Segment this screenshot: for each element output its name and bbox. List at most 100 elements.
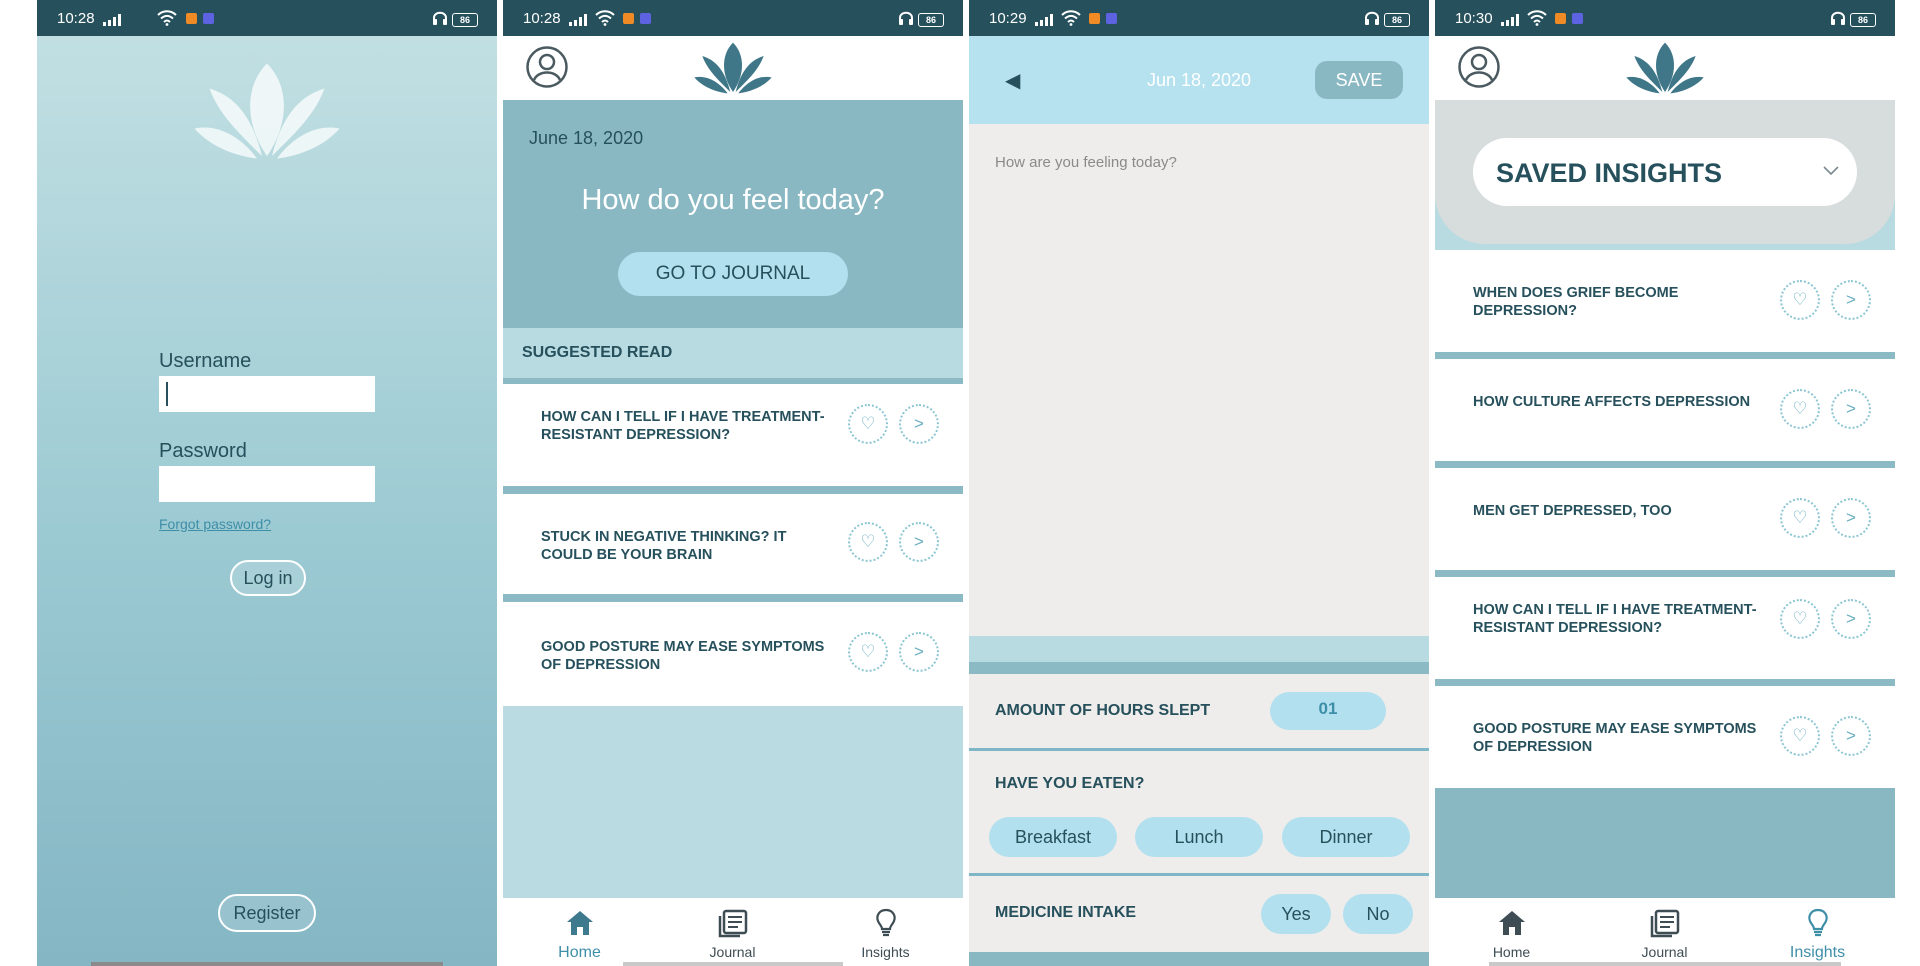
divider-band [969, 636, 1429, 662]
medicine-label: MEDICINE INTAKE [995, 904, 1137, 921]
nav-insights[interactable]: Insights [809, 898, 962, 966]
status-bar: 10:30 86 [1435, 0, 1895, 36]
chevron-right-icon[interactable]: > [1831, 716, 1871, 756]
journal-icon [1650, 909, 1680, 938]
heart-icon[interactable]: ♡ [1780, 389, 1820, 429]
feeling-panel: June 18, 2020 How do you feel today? GO … [503, 100, 963, 328]
heart-icon[interactable]: ♡ [1780, 498, 1820, 538]
separator [503, 486, 963, 494]
nav-journal[interactable]: Journal [656, 898, 809, 966]
nav-insights[interactable]: Insights [1741, 898, 1894, 966]
wifi-icon [157, 10, 177, 26]
article-title: MEN GET DEPRESSED, TOO [1473, 503, 1672, 519]
battery-icon: 86 [452, 13, 478, 27]
forgot-password-link[interactable]: Forgot password? [159, 516, 271, 532]
wifi-icon [1061, 10, 1081, 26]
profile-avatar-icon[interactable] [1458, 46, 1500, 88]
home-indicator [623, 962, 843, 966]
home-date: June 18, 2020 [529, 128, 644, 148]
headphones-icon [432, 10, 448, 26]
separator [969, 662, 1429, 674]
heart-icon[interactable]: ♡ [848, 522, 888, 562]
register-button[interactable]: Register [218, 894, 316, 932]
heart-icon[interactable]: ♡ [1780, 280, 1820, 320]
password-label: Password [159, 440, 247, 462]
login-button[interactable]: Log in [230, 560, 306, 596]
article-card[interactable]: GOOD POSTURE MAY EASE SYMPTOMS OF DEPRES… [503, 602, 963, 706]
signal-icon [1035, 14, 1057, 26]
username-label: Username [159, 350, 252, 372]
notification-icon [203, 13, 214, 24]
breakfast-toggle[interactable]: Breakfast [989, 817, 1117, 857]
password-field[interactable] [159, 466, 375, 502]
battery-icon: 86 [918, 13, 944, 27]
article-card[interactable]: HOW CULTURE AFFECTS DEPRESSION ♡ > [1435, 359, 1895, 461]
wifi-icon [595, 10, 615, 26]
login-screen: 10:28 86 Username Password Forgot passwo… [37, 0, 497, 966]
signal-icon [569, 14, 591, 26]
home-icon [567, 911, 593, 935]
article-card[interactable]: HOW CAN I TELL IF I HAVE TREATMENT-RESIS… [503, 384, 963, 486]
chevron-right-icon[interactable]: > [1831, 599, 1871, 639]
status-time: 10:29 [989, 10, 1027, 27]
article-card[interactable]: HOW CAN I TELL IF I HAVE TREATMENT-RESIS… [1435, 577, 1895, 679]
journal-header: ◀ Jun 18, 2020 SAVE [969, 36, 1429, 124]
journal-screen: 10:29 86 ◀ Jun 18, 2020 SAVE How are you… [969, 0, 1429, 966]
lunch-toggle[interactable]: Lunch [1135, 817, 1263, 857]
headphones-icon [1830, 10, 1846, 26]
username-field[interactable] [159, 376, 375, 412]
separator [503, 594, 963, 602]
article-card[interactable]: GOOD POSTURE MAY EASE SYMPTOMS OF DEPRES… [1435, 686, 1895, 788]
nav-home[interactable]: Home [503, 898, 656, 966]
top-bar [503, 36, 963, 100]
hours-input[interactable]: 01 [1270, 692, 1386, 730]
chevron-right-icon[interactable]: > [899, 522, 939, 562]
nav-label: Home [1492, 944, 1531, 960]
entry-placeholder: How are you feeling today? [995, 154, 1177, 171]
save-button[interactable]: SAVE [1315, 61, 1403, 99]
profile-avatar-icon[interactable] [526, 46, 568, 88]
battery-icon: 86 [1384, 13, 1410, 27]
article-card[interactable]: MEN GET DEPRESSED, TOO ♡ > [1435, 468, 1895, 570]
article-title: HOW CAN I TELL IF I HAVE TREATMENT-RESIS… [541, 409, 825, 443]
dropdown-value: SAVED INSIGHTS [1496, 158, 1723, 188]
lotus-logo-icon [693, 40, 773, 96]
chevron-right-icon[interactable]: > [1831, 498, 1871, 538]
notification-icon [623, 13, 634, 24]
nav-home[interactable]: Home [1435, 898, 1588, 966]
section-title: SUGGESTED READ [522, 344, 673, 361]
hours-label: AMOUNT OF HOURS SLEPT [995, 702, 1211, 719]
article-card[interactable]: STUCK IN NEGATIVE THINKING? IT COULD BE … [503, 494, 963, 594]
heart-icon[interactable]: ♡ [1780, 716, 1820, 756]
heart-icon[interactable]: ♡ [848, 404, 888, 444]
text-cursor [166, 382, 168, 406]
article-title: HOW CULTURE AFFECTS DEPRESSION [1473, 394, 1751, 410]
chevron-right-icon[interactable]: > [1831, 389, 1871, 429]
chevron-right-icon[interactable]: > [899, 632, 939, 672]
status-time: 10:30 [1455, 10, 1493, 27]
nav-label: Insights [1789, 944, 1846, 961]
insights-dropdown[interactable]: SAVED INSIGHTS [1473, 138, 1857, 206]
suggested-read-header: SUGGESTED READ [503, 328, 963, 378]
medicine-no-toggle[interactable]: No [1343, 894, 1413, 934]
nav-journal[interactable]: Journal [1588, 898, 1741, 966]
heart-icon[interactable]: ♡ [848, 632, 888, 672]
notification-icon [1572, 13, 1583, 24]
chevron-right-icon[interactable]: > [1831, 280, 1871, 320]
bottom-nav: Home Journal Insights [1435, 898, 1895, 966]
article-card[interactable]: WHEN DOES GRIEF BECOME DEPRESSION? ♡ > [1435, 250, 1895, 352]
dinner-toggle[interactable]: Dinner [1282, 817, 1410, 857]
headphones-icon [1364, 10, 1380, 26]
bottom-band [969, 952, 1429, 966]
chevron-right-icon[interactable]: > [899, 404, 939, 444]
journal-icon [718, 909, 748, 938]
journal-entry-field[interactable]: How are you feeling today? [969, 124, 1429, 636]
medicine-yes-toggle[interactable]: Yes [1261, 894, 1331, 934]
go-to-journal-button[interactable]: GO TO JOURNAL [618, 252, 848, 296]
heart-icon[interactable]: ♡ [1780, 599, 1820, 639]
signal-icon [103, 14, 125, 26]
insights-screen: 10:30 86 SAVED INSIGHTS WHEN DOES GRIEF … [1435, 0, 1895, 966]
lotus-logo-icon [1625, 40, 1705, 96]
chevron-down-icon [1823, 166, 1839, 176]
sleep-row: AMOUNT OF HOURS SLEPT 01 [969, 674, 1429, 748]
